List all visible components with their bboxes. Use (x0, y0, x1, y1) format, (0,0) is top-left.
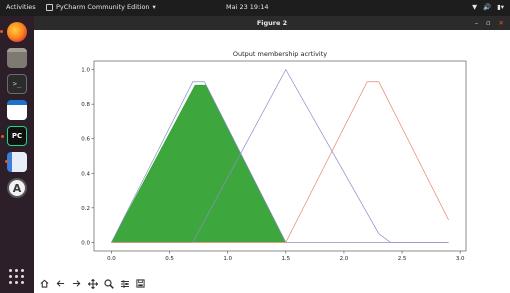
membership-chart: Output membership acrtivity 0.0 0.5 1.0 1.5… (81, 50, 467, 262)
clock[interactable]: Mai 23 19:14 (226, 3, 269, 11)
back-arrow-icon[interactable] (55, 278, 66, 289)
y-tick-label: 0.4 (81, 171, 90, 177)
close-icon[interactable]: ✕ (499, 19, 504, 27)
top-bar: Activities PyCharm Community Edition ▾ M… (0, 0, 510, 16)
forward-arrow-icon[interactable] (71, 278, 82, 289)
x-tick-label: 1.0 (223, 256, 232, 262)
sound-icon: 🔊 (483, 3, 492, 11)
files-icon[interactable] (7, 48, 27, 68)
plot-area[interactable]: Output membership acrtivity 0.0 0.5 1.0 1.5… (34, 30, 510, 274)
figure-window: Figure 2 – ▫ ✕ Output membership acrtivi… (34, 16, 510, 293)
y-tick-label: 1.0 (81, 68, 90, 74)
show-applications-icon[interactable] (9, 269, 25, 285)
app-menu-icon (46, 3, 53, 11)
y-axis: 0.0 0.2 0.4 0.6 0.8 1.0 (81, 68, 94, 246)
maximize-icon[interactable]: ▫ (486, 19, 490, 27)
zoom-icon[interactable] (103, 278, 114, 289)
app-menu-label: PyCharm Community Edition (56, 3, 150, 11)
y-tick-label: 0.2 (81, 206, 90, 212)
x-axis: 0.0 0.5 1.0 1.5 2.0 2.5 3.0 (107, 251, 465, 262)
y-tick-label: 0.6 (81, 137, 90, 143)
x-tick-label: 2.5 (398, 256, 407, 262)
y-tick-label: 0.8 (81, 102, 90, 108)
x-tick-label: 0.0 (107, 256, 116, 262)
dock: >_ PC A (0, 16, 34, 293)
home-icon[interactable] (39, 278, 50, 289)
save-icon[interactable] (135, 278, 146, 289)
activities-button[interactable]: Activities (6, 3, 36, 11)
text-editor-icon[interactable] (5, 152, 27, 172)
x-tick-label: 1.5 (281, 256, 290, 262)
pan-icon[interactable] (87, 278, 98, 289)
software-center-icon[interactable]: A (7, 178, 27, 198)
minimize-icon[interactable]: – (475, 19, 478, 27)
pycharm-icon[interactable]: PC (1, 126, 27, 146)
firefox-icon[interactable] (0, 22, 27, 42)
chevron-down-icon: ▾ (152, 3, 156, 11)
subplot-config-icon[interactable] (119, 278, 130, 289)
x-tick-label: 3.0 (456, 256, 465, 262)
window-controls: – ▫ ✕ (475, 19, 504, 27)
terminal-icon[interactable]: >_ (7, 74, 27, 94)
system-tray[interactable]: ▼ 🔊 ▮▾ (472, 3, 504, 11)
y-tick-label: 0.0 (81, 240, 90, 246)
chart-title: Output membership acrtivity (233, 50, 327, 58)
matplotlib-toolbar (34, 274, 510, 293)
x-tick-label: 2.0 (340, 256, 349, 262)
window-titlebar[interactable]: Figure 2 – ▫ ✕ (34, 16, 510, 30)
network-icon: ▼ (472, 3, 478, 11)
x-tick-label: 0.5 (165, 256, 174, 262)
libreoffice-writer-icon[interactable] (7, 100, 27, 120)
window-title: Figure 2 (256, 19, 288, 27)
power-icon: ▮▾ (497, 3, 504, 11)
app-menu[interactable]: PyCharm Community Edition ▾ (46, 3, 156, 11)
